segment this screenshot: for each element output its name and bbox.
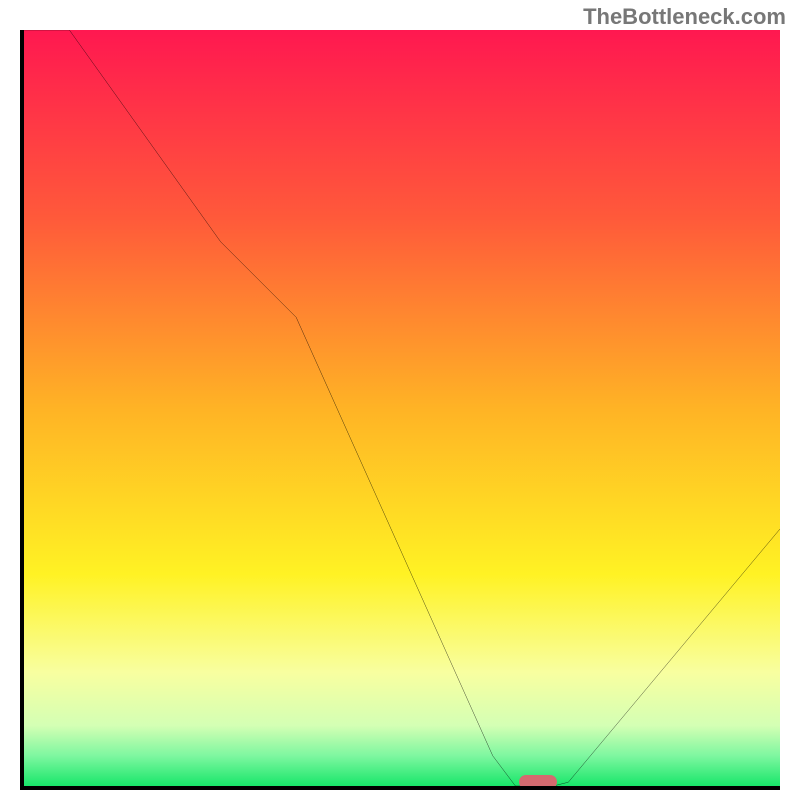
optimal-marker [519,775,557,786]
bottleneck-curve [24,30,780,786]
watermark-text: TheBottleneck.com [583,4,786,30]
plot-area [24,30,780,786]
chart-container: TheBottleneck.com [0,0,800,800]
